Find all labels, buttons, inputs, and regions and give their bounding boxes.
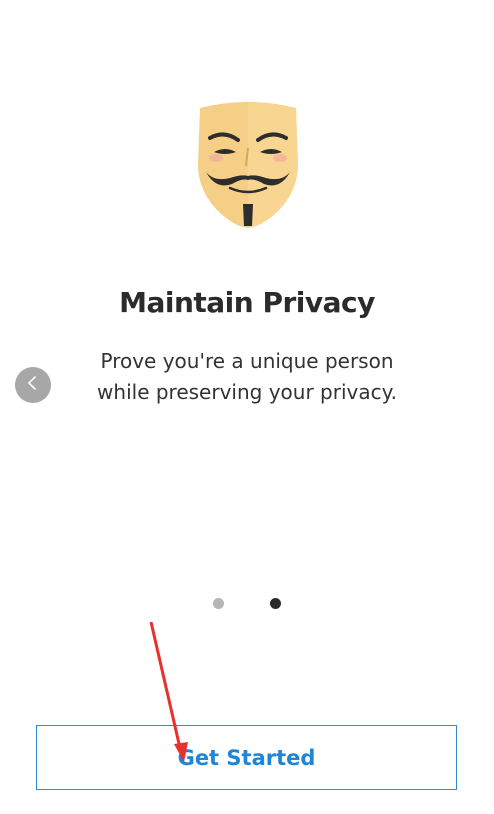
get-started-button[interactable]: Get Started bbox=[36, 725, 457, 790]
description-line: Prove you're a unique person bbox=[100, 349, 394, 373]
pagination-dot-2-active[interactable] bbox=[270, 598, 281, 609]
pagination-dot-1[interactable] bbox=[213, 598, 224, 609]
get-started-label: Get Started bbox=[177, 745, 316, 770]
description-line: while preserving your privacy. bbox=[97, 380, 397, 404]
pagination-dots bbox=[0, 598, 494, 610]
previous-slide-button[interactable] bbox=[15, 367, 51, 403]
mask-illustration-icon bbox=[192, 100, 304, 232]
chevron-left-icon bbox=[26, 375, 40, 395]
onboarding-description: Prove you're a unique person while prese… bbox=[0, 346, 494, 408]
onboarding-title: Maintain Privacy bbox=[119, 286, 375, 319]
